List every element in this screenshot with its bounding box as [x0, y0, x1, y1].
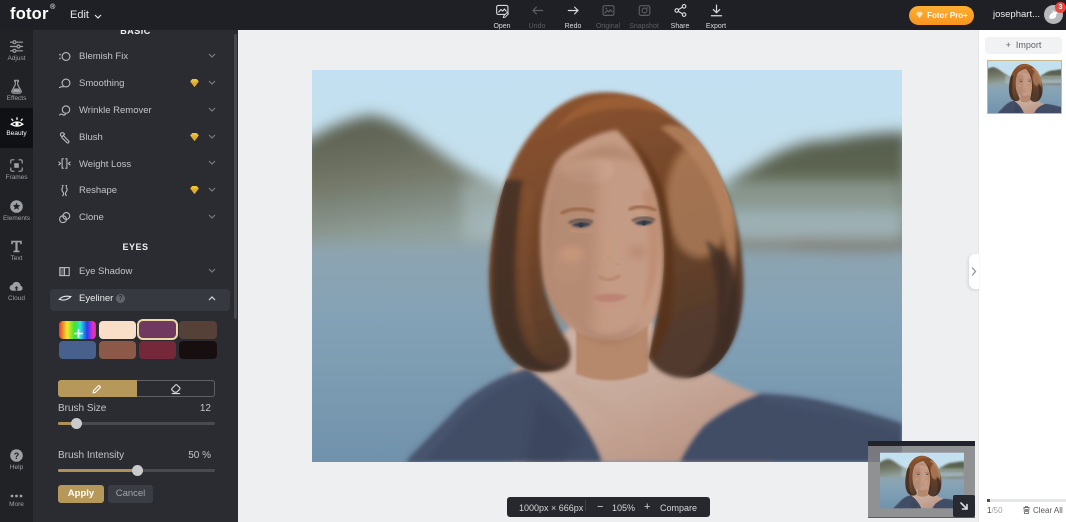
svg-text:?: ? [14, 451, 20, 461]
